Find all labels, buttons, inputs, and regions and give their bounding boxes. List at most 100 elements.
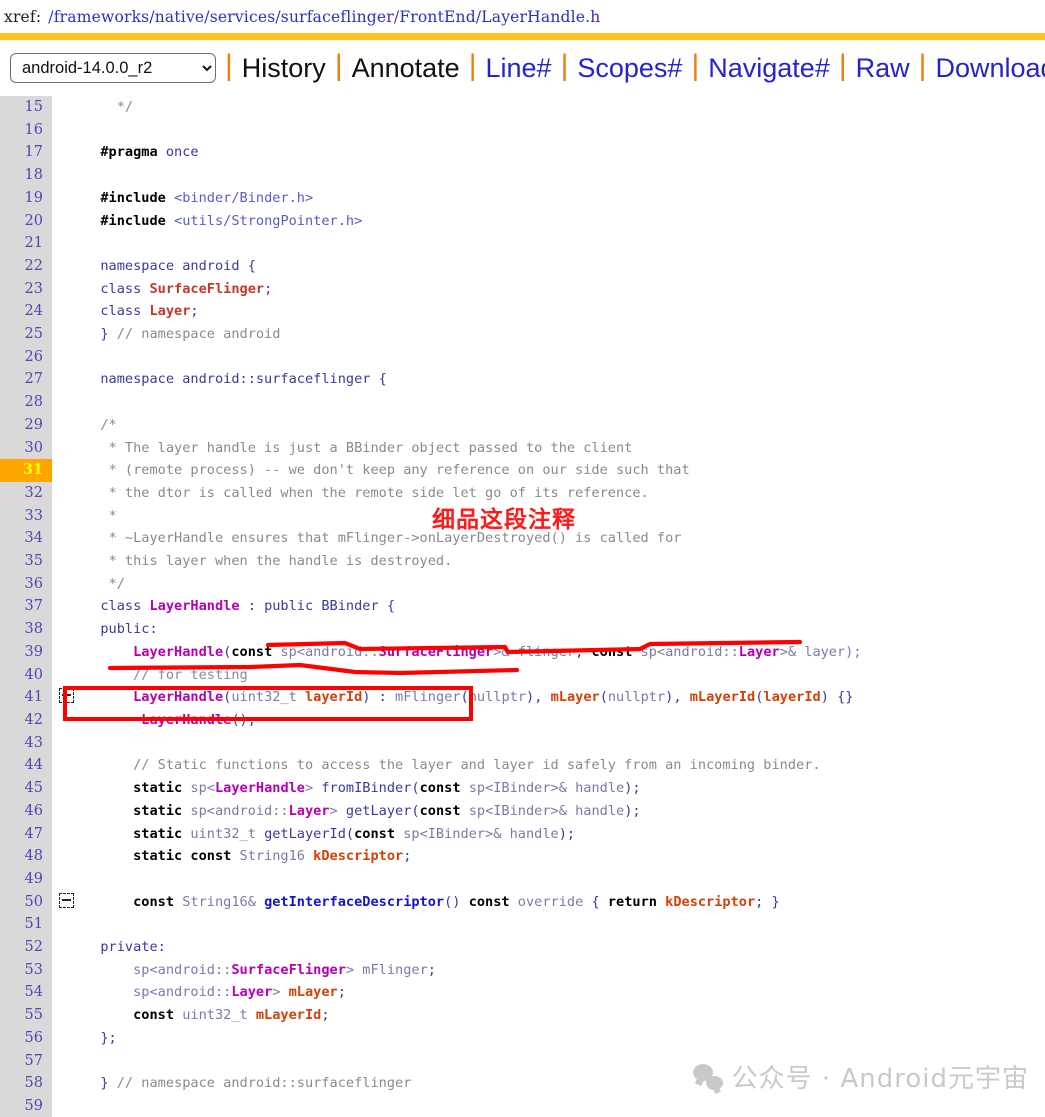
line-number[interactable]: 21 bbox=[0, 232, 52, 255]
code-line: 43 bbox=[0, 732, 1045, 755]
code-text: #include <utils/StrongPointer.h> bbox=[100, 212, 363, 229]
line-number[interactable]: 16 bbox=[0, 119, 52, 142]
line-number[interactable]: 48 bbox=[0, 845, 52, 868]
fold-spacer bbox=[52, 164, 80, 187]
line-number[interactable]: 26 bbox=[0, 346, 52, 369]
line-number[interactable]: 22 bbox=[0, 255, 52, 278]
line-number[interactable]: 45 bbox=[0, 777, 52, 800]
fold-spacer bbox=[52, 1004, 80, 1027]
line-number[interactable]: 58 bbox=[0, 1072, 52, 1095]
code-line: 55 const uint32_t mLayerId; bbox=[0, 1004, 1045, 1027]
line-number[interactable]: 46 bbox=[0, 800, 52, 823]
code-line: 40 // for testing bbox=[0, 664, 1045, 687]
code-text: */ bbox=[116, 99, 134, 115]
nav-separator: | bbox=[334, 49, 343, 82]
fold-toggle[interactable] bbox=[52, 891, 80, 914]
nav-link-line-numbers[interactable]: Line# bbox=[486, 54, 552, 82]
fold-toggle[interactable] bbox=[52, 686, 80, 709]
line-number[interactable]: 36 bbox=[0, 573, 52, 596]
code-line: 50 const String16& getInterfaceDescripto… bbox=[0, 891, 1045, 914]
line-number[interactable]: 27 bbox=[0, 368, 52, 391]
code-line: 42 ~LayerHandle(); bbox=[0, 709, 1045, 732]
collapse-icon[interactable] bbox=[58, 892, 74, 908]
line-number[interactable]: 52 bbox=[0, 936, 52, 959]
line-number[interactable]: 56 bbox=[0, 1027, 52, 1050]
line-number[interactable]: 25 bbox=[0, 323, 52, 346]
nav-link-scopes[interactable]: Scopes# bbox=[577, 54, 682, 82]
line-number[interactable]: 34 bbox=[0, 527, 52, 550]
line-number[interactable]: 55 bbox=[0, 1004, 52, 1027]
code-table: 15 */16 17 #pragma once 18 19 #include <b… bbox=[0, 96, 1045, 1117]
fold-spacer bbox=[52, 368, 80, 391]
nav-link-raw[interactable]: Raw bbox=[856, 54, 910, 82]
fold-spacer bbox=[52, 437, 80, 460]
code-text: * this layer when the handle is destroye… bbox=[108, 553, 453, 570]
line-number[interactable]: 38 bbox=[0, 618, 52, 641]
fold-spacer bbox=[52, 1050, 80, 1073]
line-number[interactable]: 18 bbox=[0, 164, 52, 187]
line-number[interactable]: 17 bbox=[0, 141, 52, 164]
navbar: android-14.0.0_r2 | History | Annotate |… bbox=[0, 40, 1045, 96]
line-number[interactable]: 37 bbox=[0, 595, 52, 618]
line-number[interactable]: 57 bbox=[0, 1050, 52, 1073]
code-text: class SurfaceFlinger; bbox=[100, 280, 273, 297]
line-number[interactable]: 44 bbox=[0, 754, 52, 777]
code-viewer[interactable]: 15 */16 17 #pragma once 18 19 #include <b… bbox=[0, 96, 1045, 1117]
line-number[interactable]: 47 bbox=[0, 823, 52, 846]
line-number[interactable]: 43 bbox=[0, 732, 52, 755]
fold-spacer bbox=[52, 141, 80, 164]
line-number[interactable]: 30 bbox=[0, 437, 52, 460]
xref-path-link[interactable]: /frameworks/native/services/surfacefling… bbox=[48, 8, 600, 26]
code-text: static uint32_t getLayerId(const sp<IBin… bbox=[133, 825, 576, 842]
nav-link-history[interactable]: History bbox=[242, 54, 326, 82]
code-line: 29 /* bbox=[0, 414, 1045, 437]
nav-link-navigate[interactable]: Navigate# bbox=[708, 54, 830, 82]
code-text: static const String16 kDescriptor; bbox=[133, 848, 412, 865]
fold-spacer bbox=[52, 119, 80, 142]
code-text: private: bbox=[100, 939, 166, 956]
line-number[interactable]: 29 bbox=[0, 414, 52, 437]
code-text bbox=[80, 119, 1045, 142]
fold-spacer bbox=[52, 664, 80, 687]
code-line: 28 bbox=[0, 391, 1045, 414]
fold-spacer bbox=[52, 823, 80, 846]
line-number[interactable]: 41 bbox=[0, 686, 52, 709]
line-number[interactable]: 31 bbox=[0, 459, 52, 482]
line-number[interactable]: 49 bbox=[0, 868, 52, 891]
line-number[interactable]: 33 bbox=[0, 505, 52, 528]
nav-link-annotate[interactable]: Annotate bbox=[352, 54, 460, 82]
code-line: 21 bbox=[0, 232, 1045, 255]
line-number[interactable]: 54 bbox=[0, 981, 52, 1004]
line-number[interactable]: 53 bbox=[0, 959, 52, 982]
line-number[interactable]: 50 bbox=[0, 891, 52, 914]
fold-spacer bbox=[52, 1095, 80, 1117]
branch-version-select[interactable]: android-14.0.0_r2 bbox=[10, 53, 216, 83]
line-number[interactable]: 35 bbox=[0, 550, 52, 573]
code-line: 46 static sp<android::Layer> getLayer(co… bbox=[0, 800, 1045, 823]
line-number[interactable]: 15 bbox=[0, 96, 52, 119]
line-number[interactable]: 32 bbox=[0, 482, 52, 505]
line-number[interactable]: 39 bbox=[0, 641, 52, 664]
fold-spacer bbox=[52, 1072, 80, 1095]
fold-spacer bbox=[52, 391, 80, 414]
collapse-icon[interactable] bbox=[58, 688, 74, 704]
line-number[interactable]: 24 bbox=[0, 300, 52, 323]
fold-spacer bbox=[52, 868, 80, 891]
code-text: */ bbox=[108, 575, 125, 592]
fold-spacer bbox=[52, 618, 80, 641]
line-number[interactable]: 19 bbox=[0, 187, 52, 210]
line-number[interactable]: 23 bbox=[0, 278, 52, 301]
line-number[interactable]: 42 bbox=[0, 709, 52, 732]
fold-spacer bbox=[52, 300, 80, 323]
line-number[interactable]: 59 bbox=[0, 1095, 52, 1117]
line-number[interactable]: 40 bbox=[0, 664, 52, 687]
line-number[interactable]: 20 bbox=[0, 210, 52, 233]
line-number[interactable]: 28 bbox=[0, 391, 52, 414]
nav-link-download[interactable]: Download bbox=[935, 54, 1045, 82]
fold-spacer bbox=[52, 323, 80, 346]
code-line: 16 bbox=[0, 119, 1045, 142]
code-text: public: bbox=[100, 621, 158, 638]
code-line: 45 static sp<LayerHandle> fromIBinder(co… bbox=[0, 777, 1045, 800]
line-number[interactable]: 51 bbox=[0, 913, 52, 936]
fold-spacer bbox=[52, 913, 80, 936]
